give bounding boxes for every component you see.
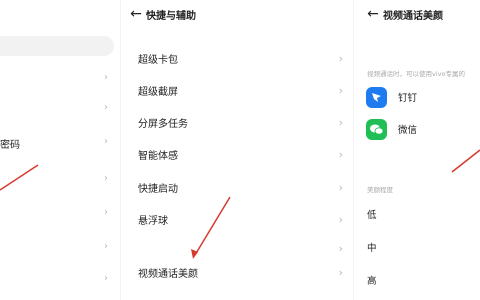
beauty-level-low[interactable]: 低: [367, 207, 377, 221]
back-arrow-icon[interactable]: ←: [126, 0, 146, 28]
chevron-right-icon: ›: [104, 241, 108, 252]
video-call-beauty-screen: ← 视频通话美颜 视频通话时，可以使用vivo专属的 钉钉 微信 美颜程度 低 …: [353, 0, 480, 300]
app-item-wechat[interactable]: 微信: [366, 118, 417, 140]
app-name: 钉钉: [398, 93, 418, 104]
settings-item-split-screen[interactable]: 分屏多任务 ›: [138, 112, 343, 132]
chevron-right-icon: ›: [338, 115, 343, 129]
settings-item-label: 超级截屏: [138, 86, 178, 98]
settings-item-video-call-beauty[interactable]: 视频通话美颜 ›: [138, 262, 343, 282]
back-arrow-icon[interactable]: ←: [363, 0, 383, 28]
chevron-right-icon: ›: [104, 72, 108, 83]
chevron-right-icon: ›: [338, 51, 343, 65]
panel-divider: [353, 0, 354, 300]
settings-item-super-screenshot[interactable]: 超级截屏 ›: [138, 80, 343, 100]
settings-item-label: 分屏多任务: [138, 118, 188, 130]
settings-item-label: 快捷启动: [138, 183, 178, 195]
chevron-right-icon: ›: [104, 136, 108, 147]
chevron-right-icon: ›: [104, 273, 108, 284]
settings-item-label: 超级卡包: [138, 54, 178, 66]
wechat-icon: [366, 118, 387, 140]
chevron-right-icon: ›: [104, 207, 108, 218]
settings-item-quick-launch[interactable]: 快捷启动 ›: [138, 177, 343, 197]
dingtalk-icon: [366, 86, 387, 108]
settings-item-label: 智能体感: [138, 150, 178, 162]
chevron-right-icon: ›: [338, 212, 343, 226]
chevron-right-icon: ›: [104, 173, 108, 184]
chevron-right-icon: ›: [104, 102, 108, 113]
screen-header: ← 快捷与辅助: [120, 0, 353, 28]
page-title: 视频通话美颜: [383, 10, 443, 22]
settings-item-floating-ball[interactable]: 悬浮球 ›: [138, 209, 343, 229]
page-title: 快捷与辅助: [146, 10, 196, 22]
settings-item-super-card[interactable]: 超级卡包 ›: [138, 48, 343, 68]
settings-item-password-label: 密码: [0, 140, 20, 151]
search-bar[interactable]: [0, 36, 114, 56]
app-name: 微信: [398, 125, 418, 136]
app-item-dingtalk[interactable]: 钉钉: [366, 86, 417, 108]
beauty-level-high[interactable]: 高: [367, 273, 377, 287]
section-label: 美颜程度: [367, 186, 393, 194]
chevron-right-icon: ›: [338, 83, 343, 97]
settings-item-smart-motion[interactable]: 智能体感 ›: [138, 144, 343, 164]
left-partial-panel: › › 密码 › › › › ›: [0, 0, 120, 300]
description-text: 视频通话时，可以使用vivo专属的: [367, 70, 465, 78]
chevron-right-icon: ›: [338, 180, 343, 194]
chevron-right-icon: ›: [338, 265, 343, 279]
beauty-level-medium[interactable]: 中: [367, 240, 377, 254]
shortcuts-assist-screen: ← 快捷与辅助 超级卡包 › 超级截屏 › 分屏多任务 › 智能体感 › 快捷启…: [120, 0, 353, 300]
chevron-right-icon: ›: [338, 147, 343, 161]
panel-divider: [120, 0, 121, 300]
chevron-right-icon: ›: [338, 242, 343, 255]
settings-item-label: 悬浮球: [138, 215, 168, 227]
screen-header: ← 视频通话美颜: [353, 0, 480, 28]
settings-item-label: 视频通话美颜: [138, 268, 198, 280]
